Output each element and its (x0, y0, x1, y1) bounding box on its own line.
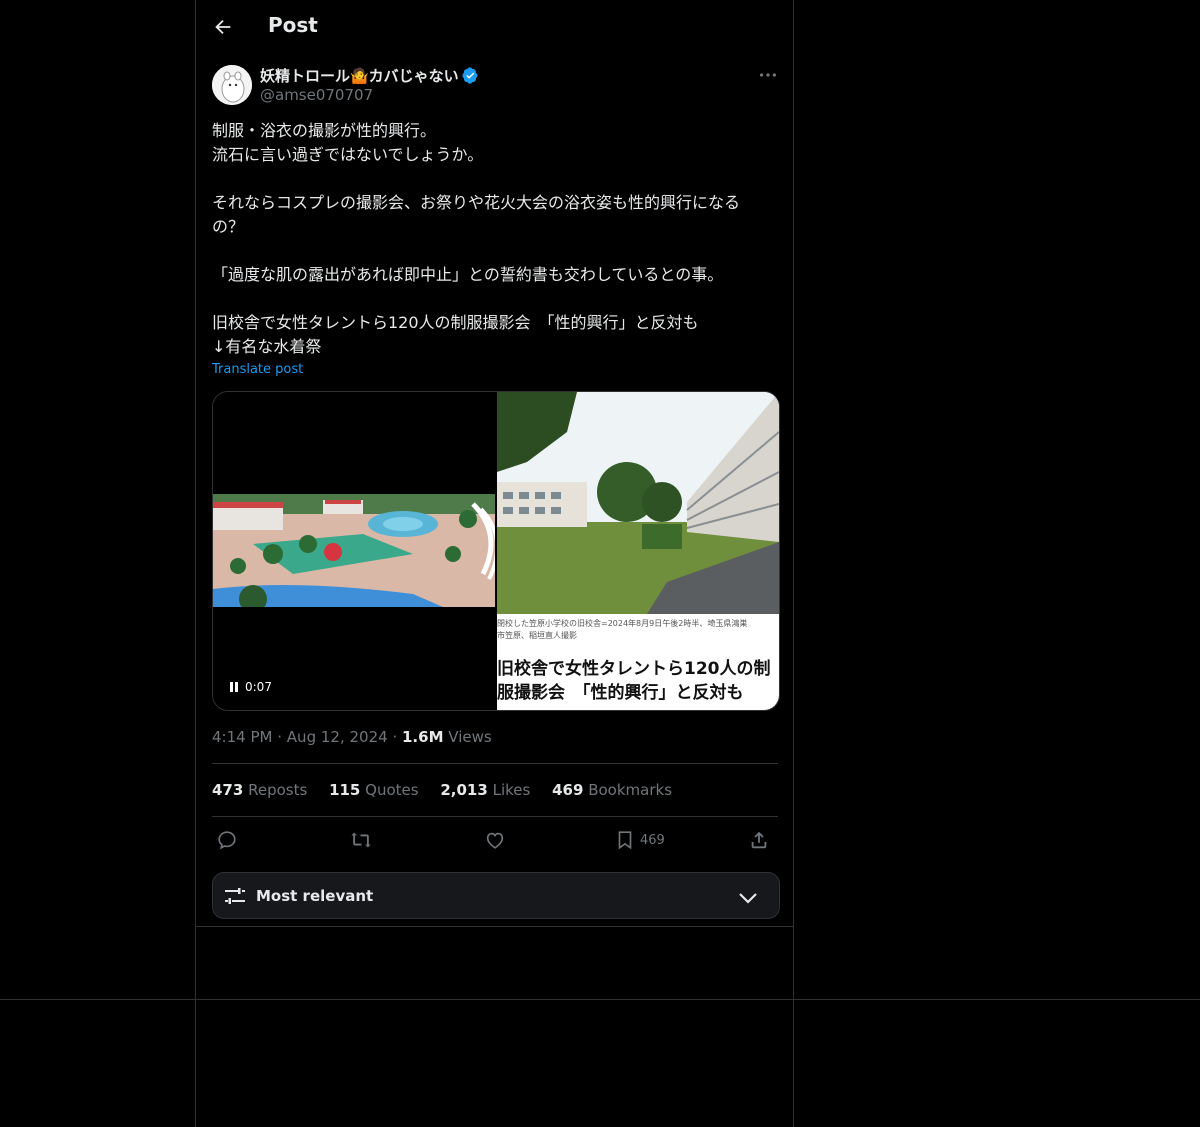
photo-headline-line-2: 服撮影会 「性的興行」と反対も (497, 683, 744, 703)
page-title: Post (268, 13, 318, 37)
author-name-text[interactable]: 妖精トロール🤷カバじゃない (260, 67, 459, 85)
post-time[interactable]: 4:14 PM (212, 728, 272, 746)
likes-label: Likes (492, 781, 531, 799)
post-line: 旧校舎で女性タレントら120人の制服撮影会 「性的興行」と反対も (212, 313, 699, 332)
bookmark-icon[interactable] (614, 829, 636, 851)
quotes-label: Quotes (365, 781, 419, 799)
photo-scene (497, 392, 779, 614)
bookmarks-count: 469 (552, 781, 584, 799)
verified-badge-icon (462, 67, 478, 84)
author-handle[interactable]: @amse070707 (260, 86, 373, 104)
media-grid: 0:07 閉校した笠原小学校の旧校舎=2024年8月9日午後2時半、埼玉県鴻巣 … (212, 391, 780, 711)
video-frame (213, 494, 495, 607)
reposts-label: Reposts (248, 781, 308, 799)
bookmark-button[interactable]: 469 (614, 829, 665, 853)
meta-separator: · (392, 728, 398, 746)
post-text: 制服・浴衣の撮影が性的興行。 流石に言い過ぎではないでしょうか。 それならコスプ… (212, 119, 780, 359)
main-column: Post 妖精トロール🤷カバじゃない @amse070707 制服・浴衣の撮影が… (195, 0, 794, 1127)
photo-headline: 旧校舎で女性タレントら120人の制 服撮影会 「性的興行」と反対も (497, 657, 779, 705)
chevron-down-icon[interactable] (736, 886, 760, 910)
post-line: 「過度な肌の露出があれば即中止」との誓約書も交わしているとの事。 (212, 265, 724, 284)
news-photo[interactable]: 閉校した笠原小学校の旧校舎=2024年8月9日午後2時半、埼玉県鴻巣 市笠原、稲… (497, 392, 779, 710)
repost-icon[interactable] (350, 829, 372, 851)
like-icon[interactable] (484, 829, 506, 851)
post-line: 流石に言い過ぎではないでしょうか。 (212, 145, 484, 164)
share-button[interactable] (748, 829, 770, 853)
sort-replies-dropdown[interactable]: Most relevant (212, 872, 780, 919)
translate-post-link[interactable]: Translate post (212, 362, 303, 377)
share-icon[interactable] (748, 829, 770, 851)
photo-caption-line-1: 閉校した笠原小学校の旧校舎=2024年8月9日午後2時半、埼玉県鴻巣 (497, 619, 748, 628)
reposts-count: 473 (212, 781, 244, 799)
views-label: Views (448, 728, 492, 746)
divider (212, 816, 778, 817)
more-options-icon[interactable] (756, 64, 780, 86)
post-line: それならコスプレの撮影会、お祭りや花火大会の浴衣姿も性的興行になる (212, 193, 741, 212)
post-date[interactable]: Aug 12, 2024 (287, 728, 388, 746)
photo-headline-line-1: 旧校舎で女性タレントら120人の制 (497, 659, 771, 679)
quotes-stat[interactable]: 115 Quotes (329, 781, 419, 799)
engagement-stats: 473 Reposts 115 Quotes 2,013 Likes 469 B… (212, 781, 689, 799)
avatar[interactable] (212, 65, 252, 105)
bookmarks-label: Bookmarks (588, 781, 673, 799)
views-count: 1.6M (402, 728, 444, 746)
post-line: ↓有名な水着祭 (212, 337, 322, 356)
meta-separator: · (277, 728, 283, 746)
post-header: Post (196, 0, 793, 54)
divider (212, 763, 778, 764)
quotes-count: 115 (329, 781, 361, 799)
video-player[interactable]: 0:07 (213, 392, 495, 710)
sort-label: Most relevant (256, 887, 374, 905)
likes-count: 2,013 (440, 781, 488, 799)
pause-icon[interactable] (229, 682, 239, 692)
page-divider (0, 999, 1200, 1000)
likes-stat[interactable]: 2,013 Likes (440, 781, 530, 799)
video-time: 0:07 (245, 680, 272, 694)
like-button[interactable] (484, 829, 506, 853)
divider (196, 926, 793, 927)
video-controls[interactable]: 0:07 (229, 680, 272, 694)
photo-caption: 閉校した笠原小学校の旧校舎=2024年8月9日午後2時半、埼玉県鴻巣 市笠原、稲… (497, 618, 779, 642)
reposts-stat[interactable]: 473 Reposts (212, 781, 307, 799)
action-bar: 469 (212, 829, 780, 855)
photo-caption-line-2: 市笠原、稲垣直人撮影 (497, 631, 577, 640)
post-line: の？ (212, 217, 245, 236)
sliders-icon (225, 888, 245, 904)
reply-icon[interactable] (216, 829, 238, 851)
post-line: 制服・浴衣の撮影が性的興行。 (212, 121, 437, 140)
post-meta: 4:14 PM · Aug 12, 2024 · 1.6M Views (212, 728, 492, 746)
reply-button[interactable] (216, 829, 238, 853)
back-arrow-icon[interactable] (212, 16, 234, 38)
bookmark-count: 469 (640, 833, 665, 848)
author-name[interactable]: 妖精トロール🤷カバじゃない (260, 65, 479, 86)
repost-button[interactable] (350, 829, 372, 853)
bookmarks-stat[interactable]: 469 Bookmarks (552, 781, 672, 799)
